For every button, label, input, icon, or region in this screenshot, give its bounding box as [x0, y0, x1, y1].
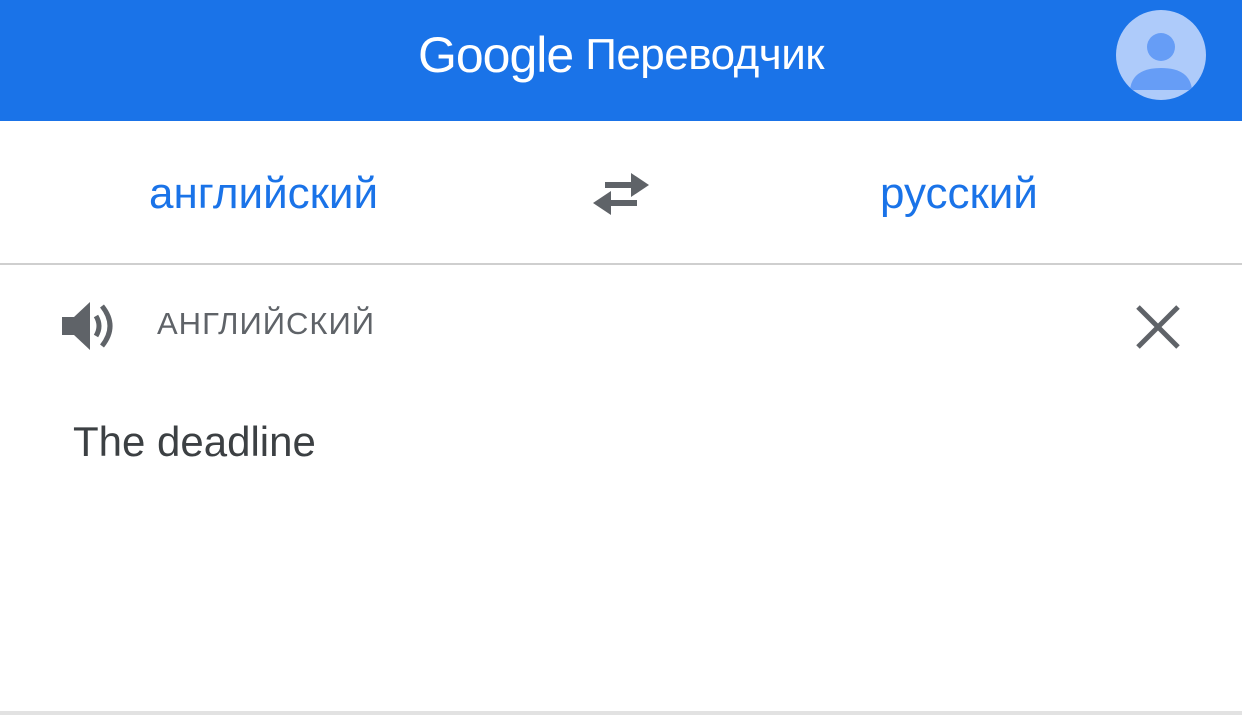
target-language-button[interactable]: русский [880, 169, 1038, 219]
app-brand: Google Переводчик [0, 0, 1242, 110]
swap-languages-button[interactable] [591, 169, 651, 219]
account-avatar[interactable] [1116, 10, 1206, 100]
speaker-icon [62, 302, 113, 350]
source-text-input[interactable]: The deadline [73, 418, 316, 466]
google-logo: Google [417, 27, 574, 83]
account-icon [1130, 33, 1192, 90]
app-header: Google Переводчик [0, 0, 1242, 121]
language-bar: английский русский [0, 121, 1242, 265]
bottom-divider [0, 711, 1242, 715]
listen-button[interactable] [60, 300, 120, 352]
detected-language-label: АНГЛИЙСКИЙ [157, 306, 376, 341]
close-icon [1136, 305, 1180, 349]
input-panel: АНГЛИЙСКИЙ The deadline [0, 266, 1242, 712]
clear-text-button[interactable] [1133, 302, 1183, 352]
product-name: Переводчик [585, 30, 825, 79]
swap-arrows-icon [593, 173, 649, 215]
source-language-button[interactable]: английский [149, 169, 378, 219]
